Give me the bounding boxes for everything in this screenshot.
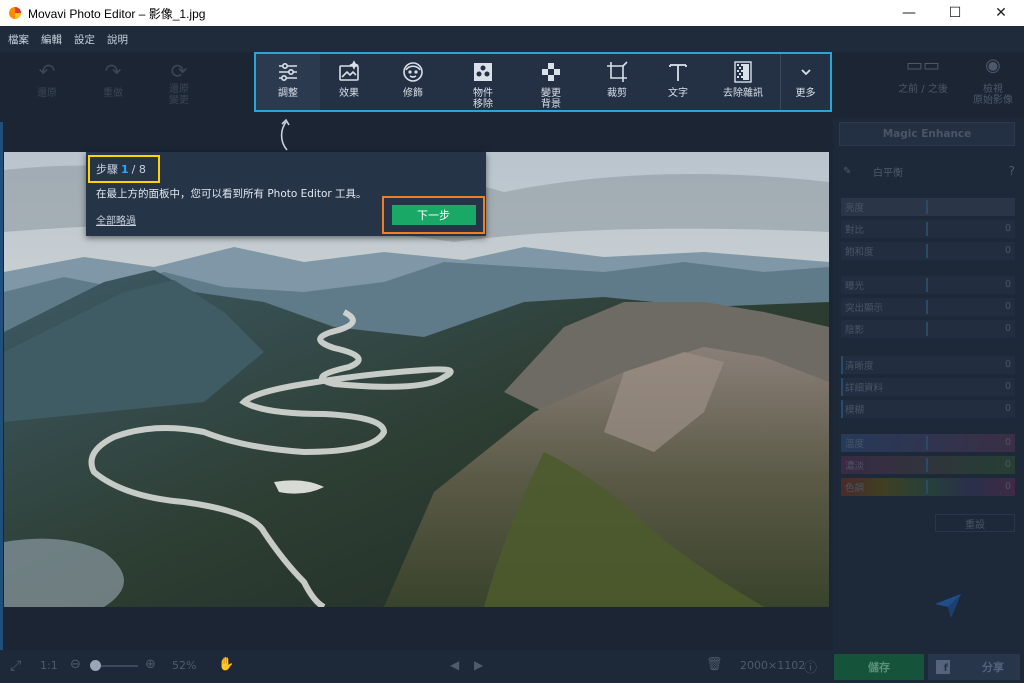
before-after-icon: ▭▭	[905, 55, 940, 76]
undo-button[interactable]: ↶ 還原	[14, 58, 80, 106]
reset-changes-icon: ⟳	[170, 59, 188, 83]
fit-screen-icon[interactable]: ⤢	[10, 658, 21, 674]
view-tools: ▭▭ 之前 / 之後 ◉ 檢視 原始影像	[888, 55, 1024, 107]
undo-icon: ↶	[38, 59, 56, 83]
minimize-button[interactable]: —	[886, 0, 932, 26]
maximize-button[interactable]: ☐	[932, 0, 978, 26]
tool-object-removal[interactable]: 物件 移除	[448, 54, 518, 110]
tools-panel: 調整 效果 修飾 物件 移除 變更 背景 裁剪 文字 去除雜訊 更多	[254, 52, 832, 112]
step-indicator: 步驟 1 / 8	[88, 155, 160, 183]
actual-size-button[interactable]: 1:1	[40, 659, 58, 672]
slider-contrast[interactable]: 對比 0	[841, 220, 1015, 238]
slider-clarity[interactable]: 清晰度 0	[841, 356, 1015, 374]
slider-details[interactable]: 詳細資料 0	[841, 378, 1015, 396]
close-button[interactable]: ✕	[978, 0, 1024, 26]
menu-bar: 檔案 編輯 設定 說明	[0, 26, 1024, 52]
info-icon[interactable]: ⓘ	[804, 657, 817, 676]
tool-text[interactable]: 文字	[650, 54, 706, 110]
effects-icon	[339, 60, 359, 81]
slider-blur[interactable]: 模糊 0	[841, 400, 1015, 418]
image-size: 2000×1102	[740, 659, 806, 672]
zoom-in-icon[interactable]: ⊕	[145, 657, 156, 672]
zoom-slider-handle[interactable]	[90, 660, 101, 671]
share-button[interactable]: f 分享	[928, 654, 1020, 680]
chevron-down-icon	[800, 69, 811, 76]
help-icon[interactable]: ?	[1009, 164, 1015, 178]
zoom-out-icon[interactable]: ⊖	[70, 657, 81, 672]
previous-image-icon[interactable]: ◀	[450, 658, 459, 672]
slider-shadows[interactable]: 陰影 0	[841, 320, 1015, 338]
slider-saturation[interactable]: 飽和度 0	[841, 242, 1015, 260]
movavi-logo-icon	[8, 6, 22, 20]
slider-tint[interactable]: 濃淡 0	[841, 456, 1015, 474]
reset-button[interactable]: 重設	[935, 514, 1015, 532]
next-highlight: 下一步	[382, 196, 485, 234]
object-removal-icon	[474, 63, 492, 81]
next-step-button[interactable]: 下一步	[391, 205, 476, 225]
change-background-icon	[542, 63, 560, 81]
slider-hue[interactable]: 色調 0	[841, 478, 1015, 496]
tour-arrow-icon	[280, 118, 290, 151]
save-button[interactable]: 儲存	[834, 654, 924, 680]
menu-edit[interactable]: 編輯	[41, 32, 62, 47]
tool-adjust[interactable]: 調整	[256, 54, 320, 110]
tool-crop[interactable]: 裁剪	[584, 54, 650, 110]
left-edge	[0, 52, 3, 652]
zoom-slider[interactable]	[96, 665, 138, 667]
tool-more[interactable]: 更多	[780, 54, 830, 110]
retouch-face-icon	[403, 62, 423, 82]
hand-tool-icon[interactable]: ✋	[218, 657, 234, 672]
tool-effects[interactable]: 效果	[320, 54, 378, 110]
redo-button[interactable]: ↷ 重做	[80, 58, 146, 106]
sliders-icon	[279, 62, 297, 82]
zoom-level: 52%	[172, 659, 197, 672]
magic-enhance-button[interactable]: Magic Enhance	[839, 122, 1015, 146]
slider-exposure[interactable]: 曝光 0	[841, 276, 1015, 294]
slider-brightness[interactable]: 亮度	[841, 198, 1015, 216]
skip-all-link[interactable]: 全部略過	[96, 212, 136, 227]
facebook-icon: f	[936, 660, 950, 674]
white-balance-row: ✎ 白平衡 ?	[843, 164, 1015, 179]
delete-icon[interactable]: 🗑	[706, 657, 723, 672]
adjust-panel: Magic Enhance ✎ 白平衡 ? 亮度 對比 0 飽和度 0 曝光 0…	[833, 118, 1024, 650]
tool-retouch[interactable]: 修飾	[378, 54, 448, 110]
text-icon	[669, 64, 687, 81]
reset-changes-button[interactable]: ⟳ 還原 變更	[146, 58, 212, 106]
tour-popup: 步驟 1 / 8 在最上方的面板中，您可以看到所有 Photo Editor 工…	[86, 152, 486, 236]
view-original-button[interactable]: ◉ 檢視 原始影像	[958, 55, 1024, 107]
next-image-icon[interactable]: ▶	[474, 658, 483, 672]
slider-temperature[interactable]: 溫度 0	[841, 434, 1015, 452]
window-title: Movavi Photo Editor – 影像_1.jpg	[28, 6, 206, 21]
before-after-button[interactable]: ▭▭ 之前 / 之後	[888, 55, 958, 106]
movavi-watermark-icon	[935, 594, 961, 618]
menu-file[interactable]: 檔案	[8, 32, 29, 47]
tour-message: 在最上方的面板中，您可以看到所有 Photo Editor 工具。	[96, 188, 367, 200]
menu-settings[interactable]: 設定	[74, 32, 95, 47]
title-bar: Movavi Photo Editor – 影像_1.jpg — ☐ ✕	[0, 0, 1024, 26]
slider-highlights[interactable]: 突出顯示 0	[841, 298, 1015, 316]
redo-icon: ↷	[104, 59, 122, 83]
eye-icon: ◉	[985, 55, 1001, 76]
tool-change-background[interactable]: 變更 背景	[518, 54, 584, 110]
tool-denoise[interactable]: 去除雜訊	[706, 54, 780, 110]
menu-help[interactable]: 說明	[107, 32, 128, 47]
eyedropper-icon[interactable]: ✎	[843, 166, 859, 177]
crop-icon	[607, 61, 628, 82]
denoise-icon	[734, 61, 752, 83]
